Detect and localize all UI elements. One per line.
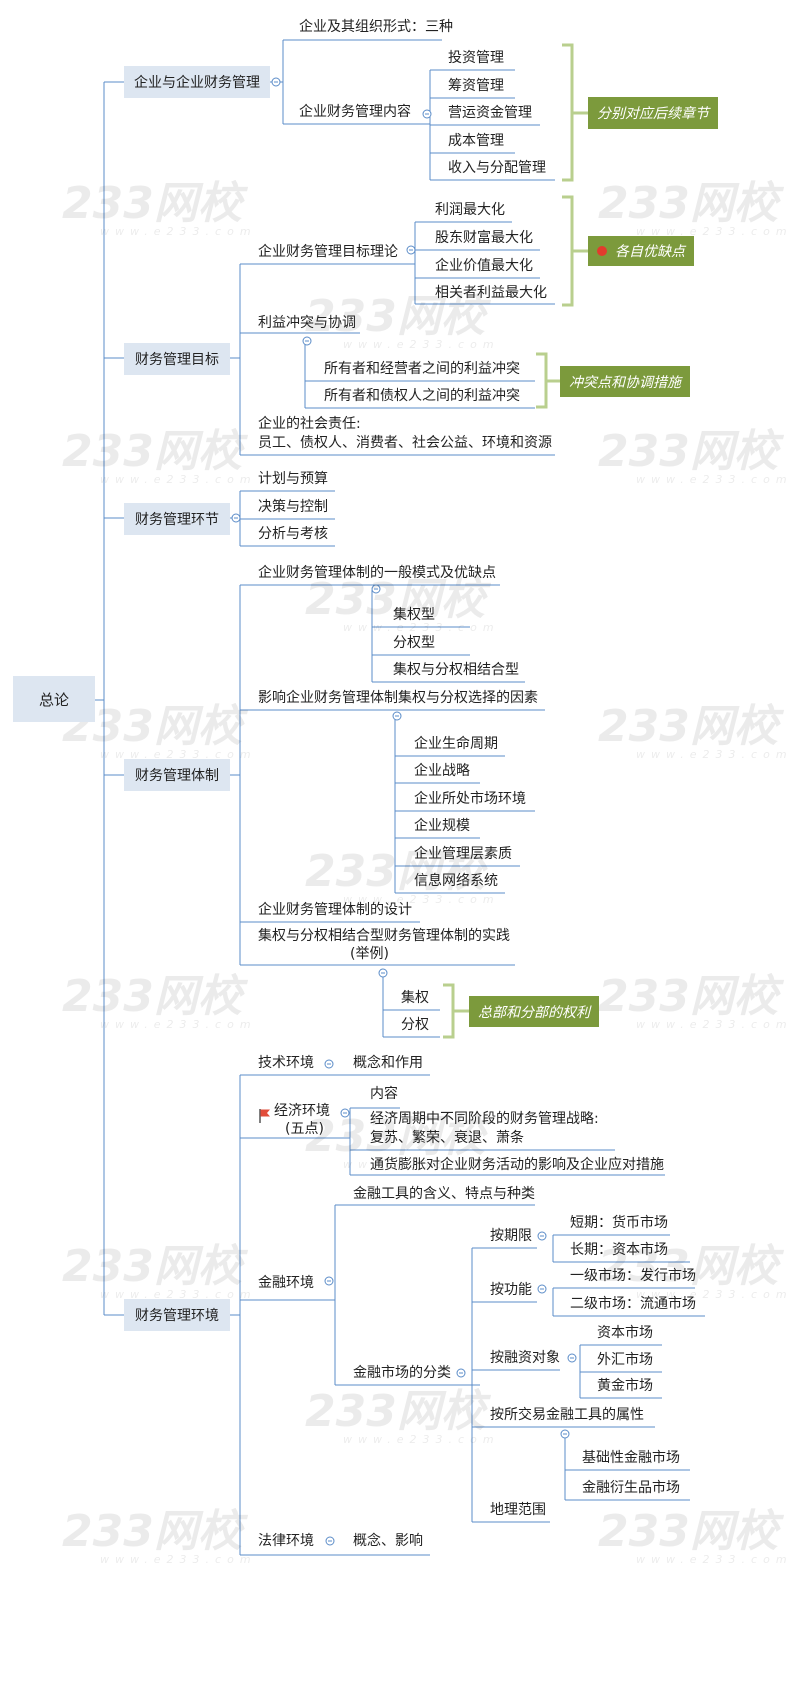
node-object-item[interactable]: 外汇市场 xyxy=(597,1350,653,1370)
node-enterprise-forms[interactable]: 企业及其组织形式：三种 xyxy=(299,17,453,37)
node-theory[interactable]: 股东财富最大化 xyxy=(435,228,533,248)
node-item[interactable]: 投资管理 xyxy=(448,48,504,68)
node-factor[interactable]: 企业规模 xyxy=(414,816,470,836)
node-by-attribute[interactable]: 按所交易金融工具的属性 xyxy=(490,1405,644,1425)
node-influence-factors[interactable]: 影响企业财务管理体制集权与分权选择的因素 xyxy=(258,688,538,708)
node-decentralized[interactable]: 分权 xyxy=(401,1015,429,1035)
node-factor[interactable]: 企业所处市场环境 xyxy=(414,789,526,809)
node-mode[interactable]: 分权型 xyxy=(393,633,435,653)
node-conflict[interactable]: 所有者和债权人之间的利益冲突 xyxy=(324,386,520,406)
node-inflation[interactable]: 通货膨胀对企业财务活动的影响及企业应对措施 xyxy=(370,1155,664,1175)
node-term-item[interactable]: 长期：资本市场 xyxy=(570,1240,668,1260)
node-term-item[interactable]: 短期：货币市场 xyxy=(570,1213,668,1233)
node-system-design[interactable]: 企业财务管理体制的设计 xyxy=(258,900,412,920)
note-later-chapters[interactable]: 分别对应后续章节 xyxy=(588,97,718,129)
node-function-item[interactable]: 二级市场：流通市场 xyxy=(570,1294,696,1314)
node-financial-environment[interactable]: 金融环境 xyxy=(258,1273,314,1293)
node-practice[interactable]: 集权与分权相结合型财务管理体制的实践 xyxy=(258,926,510,946)
node-law-environment[interactable]: 法律环境 xyxy=(258,1531,314,1551)
marker-red-dot-icon xyxy=(597,246,607,256)
node-financial-market[interactable]: 金融市场的分类 xyxy=(353,1363,451,1383)
node-econ-cycle-phases: 复苏、繁荣、衰退、萧条 xyxy=(370,1130,524,1146)
node-item[interactable]: 收入与分配管理 xyxy=(448,158,546,178)
node-finance-content[interactable]: 企业财务管理内容 xyxy=(299,102,411,122)
node-item[interactable]: 筹资管理 xyxy=(448,76,504,96)
node-function-item[interactable]: 一级市场：发行市场 xyxy=(570,1266,696,1286)
mind-map: 233网校 www.e233.com 233网校 www.e233.com 233网… xyxy=(0,0,796,1703)
topic-finance-goal[interactable]: 财务管理目标 xyxy=(124,343,230,375)
node-theory[interactable]: 相关者利益最大化 xyxy=(435,283,547,303)
node-social-responsibility[interactable]: 企业的社会责任: xyxy=(258,414,361,434)
node-object-item[interactable]: 黄金市场 xyxy=(597,1376,653,1396)
node-economic-environment[interactable]: 经济环境 xyxy=(274,1101,330,1121)
node-by-term[interactable]: 按期限 xyxy=(490,1226,532,1246)
node-econ-content[interactable]: 内容 xyxy=(370,1084,398,1104)
node-mode[interactable]: 集权型 xyxy=(393,605,435,625)
node-step[interactable]: 分析与考核 xyxy=(258,524,328,544)
node-step[interactable]: 计划与预算 xyxy=(258,469,328,489)
node-theory[interactable]: 利润最大化 xyxy=(435,200,505,220)
note-pros-cons[interactable]: 各自优缺点 xyxy=(588,236,694,266)
node-by-object[interactable]: 按融资对象 xyxy=(490,1348,560,1368)
node-social-responsibility-detail: 员工、债权人、消费者、社会公益、环境和资源 xyxy=(258,435,552,451)
node-factor[interactable]: 企业生命周期 xyxy=(414,734,498,754)
topic-finance-system[interactable]: 财务管理体制 xyxy=(124,759,230,791)
topic-finance-environment[interactable]: 财务管理环境 xyxy=(124,1299,230,1331)
node-attribute-item[interactable]: 金融衍生品市场 xyxy=(582,1478,680,1498)
node-econ-cycle[interactable]: 经济周期中不同阶段的财务管理战略: xyxy=(370,1109,599,1129)
node-practice-example: (举例) xyxy=(350,946,389,962)
node-factor[interactable]: 企业管理层素质 xyxy=(414,844,512,864)
node-tech-concept[interactable]: 概念和作用 xyxy=(353,1053,423,1073)
node-interest-conflict[interactable]: 利益冲突与协调 xyxy=(258,313,356,333)
node-goal-theory[interactable]: 企业财务管理目标理论 xyxy=(258,242,398,262)
note-pros-cons-text: 各自优缺点 xyxy=(615,244,685,260)
node-law-concept[interactable]: 概念、影响 xyxy=(353,1531,423,1551)
node-item[interactable]: 营运资金管理 xyxy=(448,103,532,123)
node-geography[interactable]: 地理范围 xyxy=(490,1500,546,1520)
node-economic-five-points: (五点) xyxy=(285,1121,324,1137)
node-conflict[interactable]: 所有者和经营者之间的利益冲突 xyxy=(324,359,520,379)
node-factor[interactable]: 信息网络系统 xyxy=(414,871,498,891)
note-hq-branch-rights[interactable]: 总部和分部的权利 xyxy=(469,996,599,1027)
node-theory[interactable]: 企业价值最大化 xyxy=(435,256,533,276)
node-general-modes[interactable]: 企业财务管理体制的一般模式及优缺点 xyxy=(258,563,496,583)
node-item[interactable]: 成本管理 xyxy=(448,131,504,151)
topic-enterprise-finance[interactable]: 企业与企业财务管理 xyxy=(124,66,270,98)
node-object-item[interactable]: 资本市场 xyxy=(597,1323,653,1343)
red-flag-icon xyxy=(259,1109,270,1123)
node-factor[interactable]: 企业战略 xyxy=(414,761,470,781)
node-by-function[interactable]: 按功能 xyxy=(490,1280,532,1300)
node-step[interactable]: 决策与控制 xyxy=(258,497,328,517)
node-attribute-item[interactable]: 基础性金融市场 xyxy=(582,1448,680,1468)
node-mode[interactable]: 集权与分权相结合型 xyxy=(393,660,519,680)
root-topic[interactable]: 总论 xyxy=(13,676,95,722)
node-centralized[interactable]: 集权 xyxy=(401,988,429,1008)
node-tech-environment[interactable]: 技术环境 xyxy=(258,1053,314,1073)
note-conflict-measures[interactable]: 冲突点和协调措施 xyxy=(560,366,690,397)
node-financial-tools[interactable]: 金融工具的含义、特点与种类 xyxy=(353,1184,535,1204)
topic-finance-steps[interactable]: 财务管理环节 xyxy=(124,503,230,535)
